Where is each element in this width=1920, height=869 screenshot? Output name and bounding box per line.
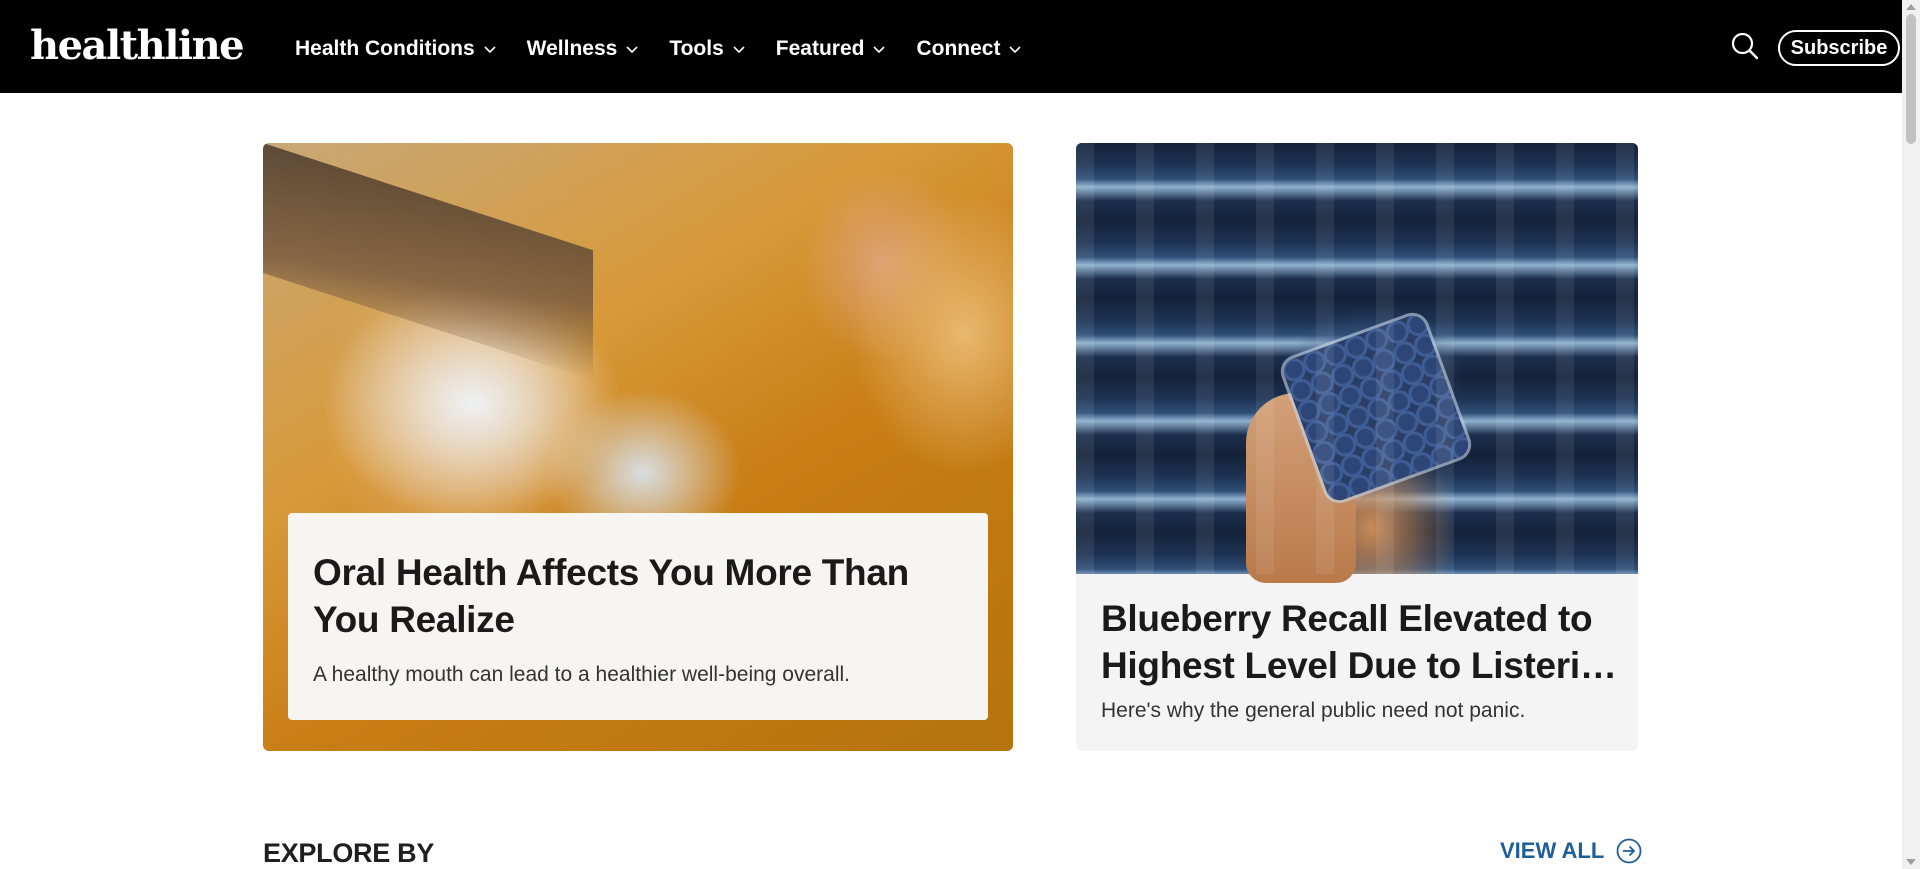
news-article-card[interactable]: Blueberry Recall Elevated to Highest Lev… [1076, 143, 1638, 751]
scroll-up-arrow-icon[interactable] [1906, 4, 1916, 10]
nav-item-label: Wellness [526, 37, 618, 60]
nav-item-label: Health Conditions [295, 37, 475, 60]
article-text-panel: Blueberry Recall Elevated to Highest Lev… [1101, 595, 1621, 723]
nav-item-featured[interactable]: Featured [776, 30, 887, 68]
main-nav: Health Conditions Wellness Tools Feature… [295, 30, 1052, 68]
nav-item-label: Featured [775, 37, 865, 60]
arrow-right-circle-icon [1616, 838, 1642, 864]
scrollbar-thumb[interactable] [1906, 14, 1916, 144]
article-image-blueberries [1076, 143, 1638, 583]
article-title[interactable]: Oral Health Affects You More Than You Re… [313, 549, 962, 643]
chevron-down-icon [484, 46, 496, 54]
nav-item-label: Connect [916, 37, 1001, 60]
nav-item-health-conditions[interactable]: Health Conditions [295, 30, 497, 68]
nav-item-connect[interactable]: Connect [916, 30, 1022, 68]
view-all-label: VIEW ALL [1500, 838, 1605, 863]
chevron-down-icon [626, 46, 638, 54]
page-scrollbar[interactable] [1902, 0, 1920, 869]
article-description: A healthy mouth can lead to a healthier … [313, 663, 850, 686]
chevron-down-icon [873, 46, 886, 54]
nav-item-tools[interactable]: Tools [669, 30, 745, 68]
chevron-down-icon [733, 46, 745, 54]
article-text-panel: Oral Health Affects You More Than You Re… [288, 513, 988, 720]
view-all-link[interactable]: VIEW ALL [1500, 838, 1642, 864]
search-icon[interactable] [1730, 31, 1760, 61]
scroll-down-arrow-icon[interactable] [1906, 859, 1916, 865]
healthline-logo[interactable]: healthline [30, 18, 245, 74]
explore-by-heading: EXPLORE BY [263, 838, 435, 868]
top-navigation-bar: healthline Health Conditions Wellness To… [0, 0, 1902, 93]
subscribe-button[interactable]: Subscribe [1778, 30, 1900, 66]
article-description: Here's why the general public need not p… [1101, 699, 1526, 722]
nav-item-wellness[interactable]: Wellness [527, 30, 640, 68]
article-title[interactable]: Blueberry Recall Elevated to Highest Lev… [1101, 595, 1621, 689]
nav-item-label: Tools [669, 37, 724, 60]
featured-article-card[interactable]: Oral Health Affects You More Than You Re… [263, 143, 1013, 751]
chevron-down-icon [1009, 46, 1022, 54]
